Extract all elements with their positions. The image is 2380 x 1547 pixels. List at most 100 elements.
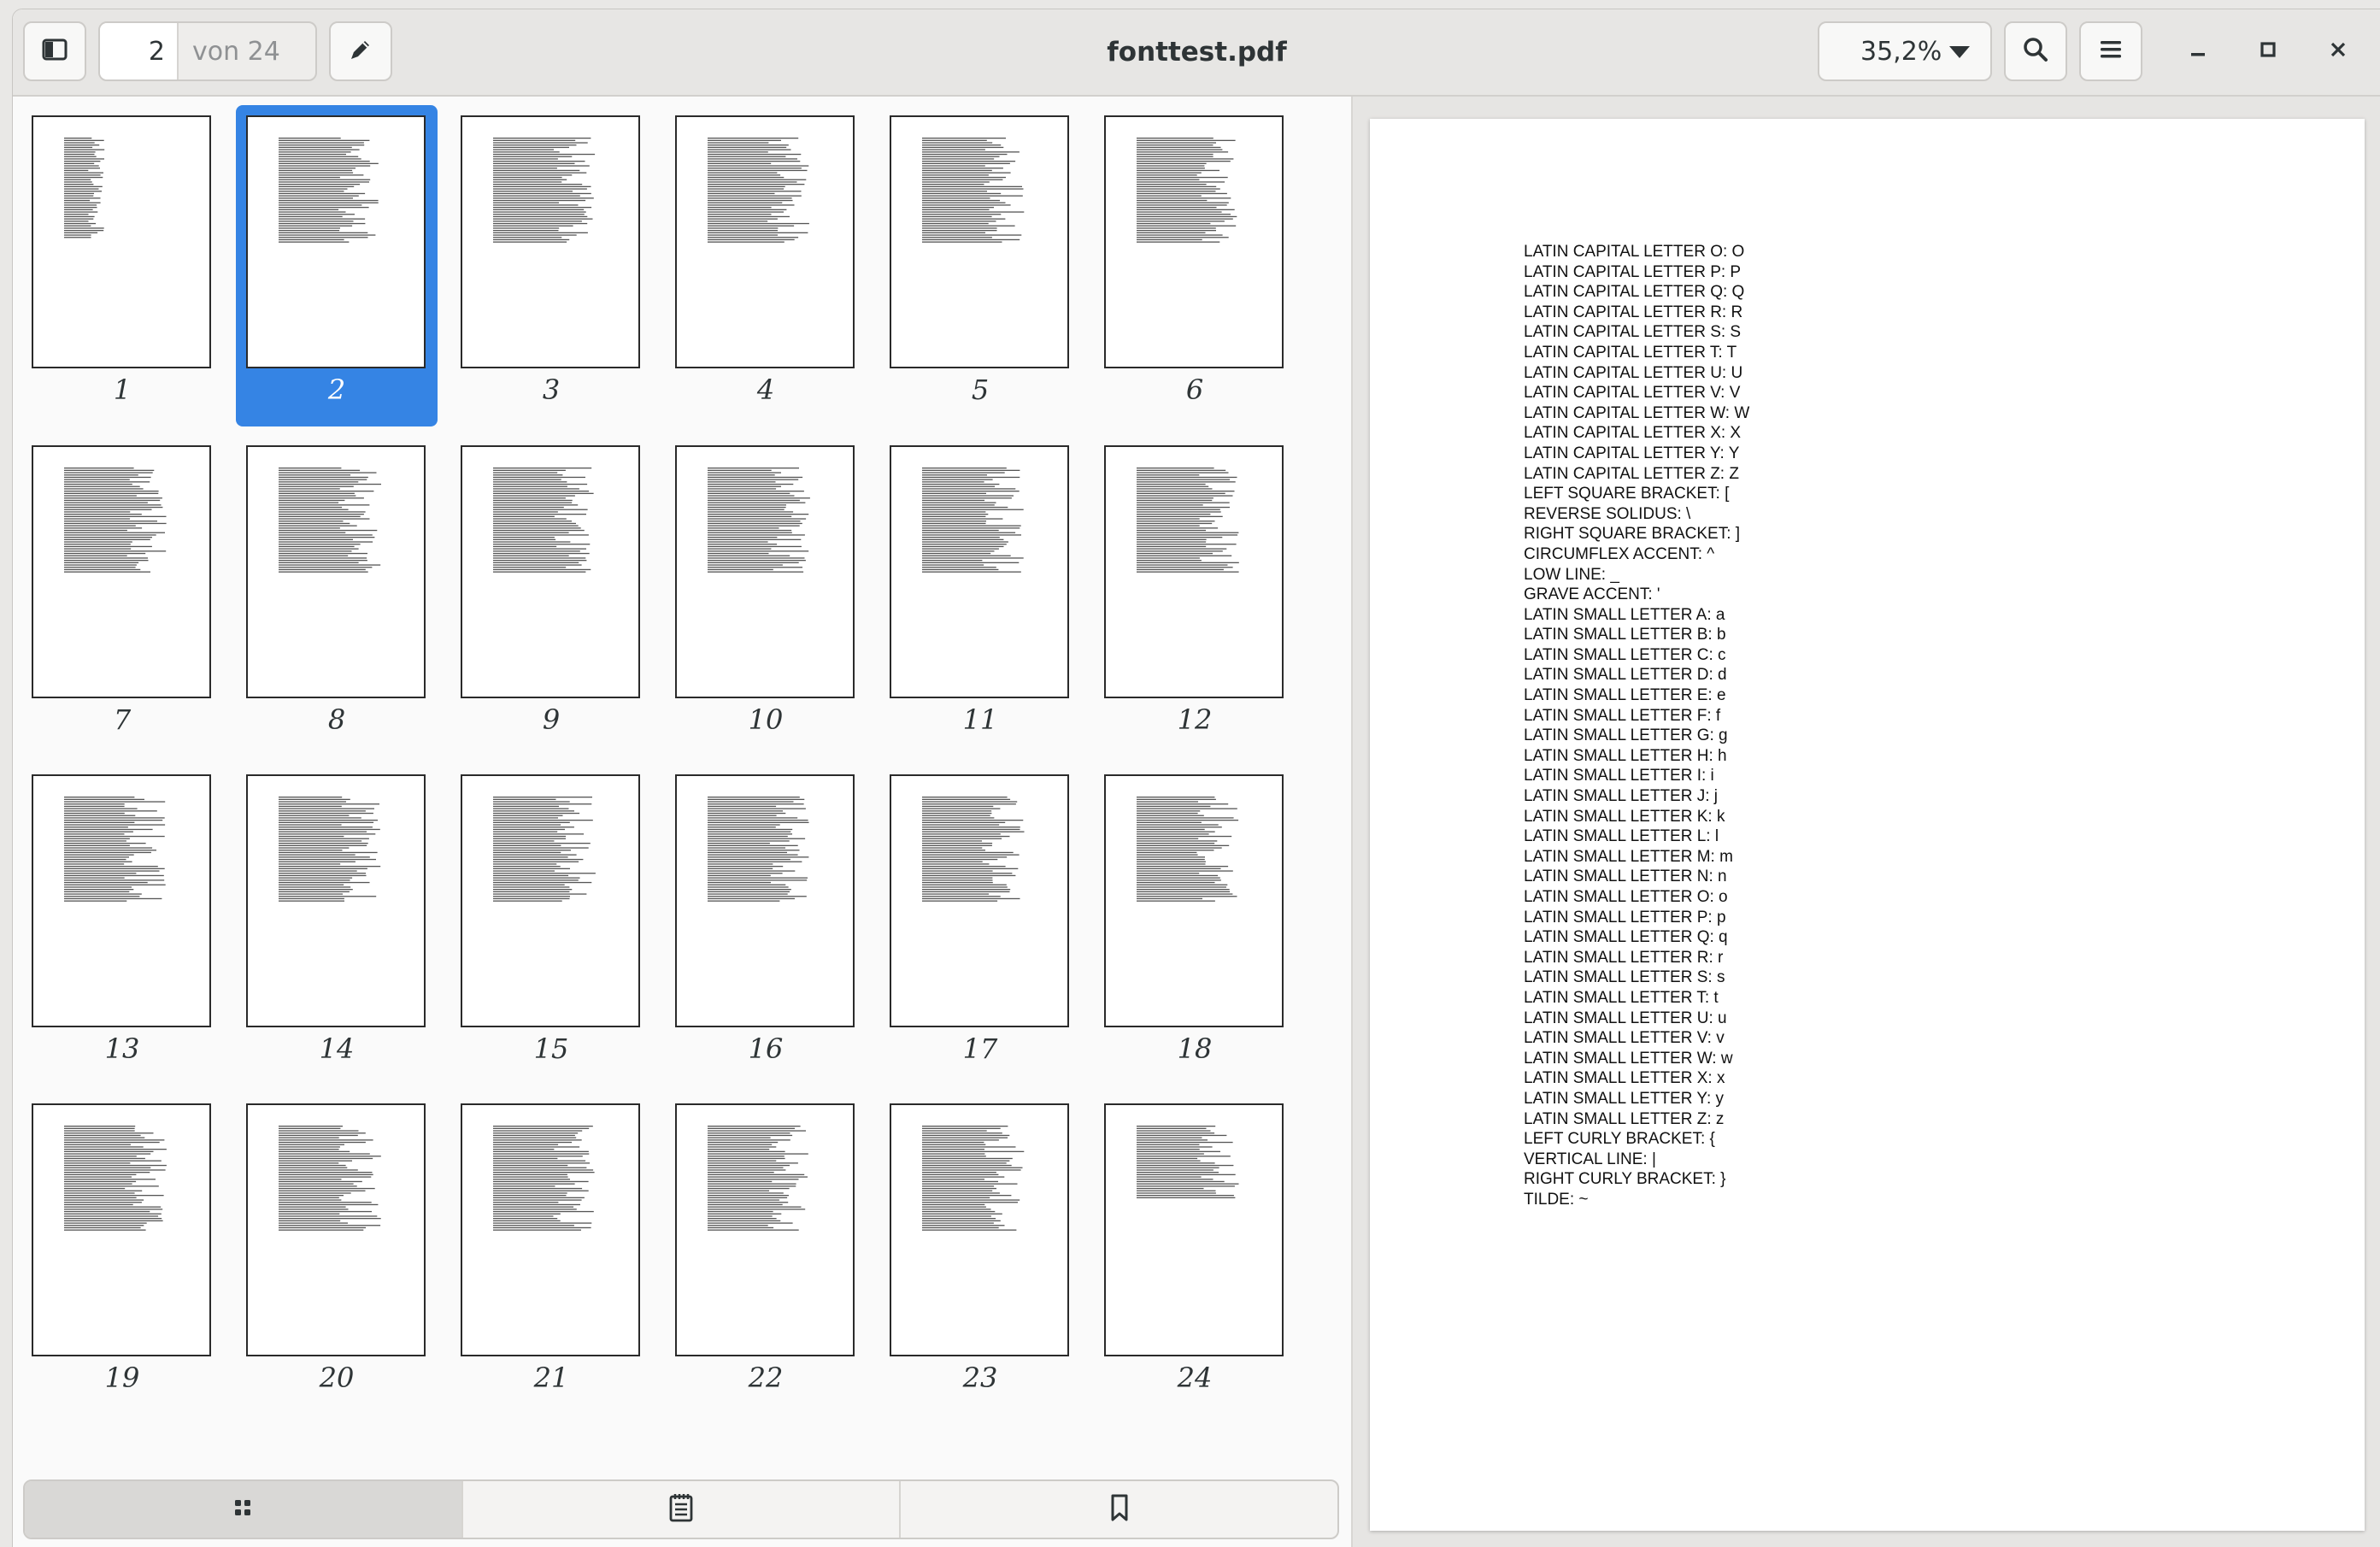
page-text-line: LATIN CAPITAL LETTER U: U: [1524, 363, 1743, 382]
thumbnail-page-number: 14: [319, 1032, 355, 1065]
page-text-line: LATIN SMALL LETTER L: l: [1524, 827, 1719, 846]
page-thumbnail[interactable]: 6: [1094, 105, 1296, 426]
page-thumbnail[interactable]: 23: [879, 1093, 1081, 1415]
page-thumbnail[interactable]: 8: [236, 435, 438, 756]
page-thumbnail[interactable]: 4: [665, 105, 867, 426]
page-text-line: LATIN CAPITAL LETTER X: X: [1524, 424, 1742, 443]
page-text-line: LEFT SQUARE BRACKET: [: [1524, 485, 1730, 503]
close-button[interactable]: [2317, 30, 2359, 73]
page-thumbnail[interactable]: 22: [665, 1093, 867, 1415]
sidebar-tab-bar: [23, 1479, 1339, 1539]
thumbnail-page-number: 22: [748, 1362, 784, 1394]
thumbnail-preview: [675, 774, 855, 1027]
page-text-line: LATIN CAPITAL LETTER W: W: [1524, 403, 1750, 422]
thumbnail-preview: [461, 774, 640, 1027]
header-bar: 2 von 24 fonttest.pdf 35,2%: [13, 9, 2380, 97]
thumbnail-page-number: 16: [748, 1032, 784, 1065]
page-text-line: VERTICAL LINE: |: [1524, 1150, 1656, 1168]
thumbnail-preview: [246, 1103, 426, 1356]
thumbnail-preview: [246, 445, 426, 698]
page-thumbnail[interactable]: 3: [450, 105, 652, 426]
thumbnail-preview: [461, 1103, 640, 1356]
page-text-line: LATIN SMALL LETTER O: o: [1524, 888, 1728, 906]
outline-icon: [668, 1493, 694, 1526]
search-button[interactable]: [2004, 21, 2067, 81]
page-thumbnail[interactable]: 19: [21, 1093, 223, 1415]
annotate-button[interactable]: [329, 21, 392, 81]
sidebar-toggle-button[interactable]: [23, 21, 86, 81]
page-text-line: LATIN SMALL LETTER X: x: [1524, 1069, 1725, 1088]
page-thumbnail[interactable]: 16: [665, 764, 867, 1085]
zoom-level: 35,2%: [1860, 36, 1942, 67]
page-thumbnail[interactable]: 15: [450, 764, 652, 1085]
page-thumbnail[interactable]: 12: [1094, 435, 1296, 756]
minimize-button[interactable]: [2177, 30, 2219, 73]
page-number-entry[interactable]: 2 von 24: [98, 21, 317, 81]
thumbnail-page-number: 17: [962, 1032, 998, 1065]
page-thumbnail[interactable]: 18: [1094, 764, 1296, 1085]
thumbnail-page-number: 18: [1177, 1032, 1213, 1065]
page-text-lines: LATIN CAPITAL LETTER O: O LATIN CAPITAL L…: [1524, 242, 1749, 1210]
page-thumbnail[interactable]: 14: [236, 764, 438, 1085]
thumbnail-preview: [32, 774, 211, 1027]
hamburger-menu-icon: [2099, 39, 2123, 63]
current-page-input[interactable]: 2: [100, 23, 179, 79]
thumbnail-page-number: 21: [533, 1362, 569, 1394]
maximize-button[interactable]: [2247, 30, 2289, 73]
page-text-line: LATIN SMALL LETTER J: j: [1524, 787, 1718, 806]
thumbnail-page-number: 5: [971, 374, 990, 406]
thumbnail-page-number: 15: [533, 1032, 569, 1065]
thumbnail-preview: [675, 115, 855, 368]
page-text-line: LATIN SMALL LETTER N: n: [1524, 868, 1727, 886]
page-total-label: von 24: [192, 36, 280, 67]
page-thumbnail[interactable]: 13: [21, 764, 223, 1085]
thumbnail-preview: [675, 1103, 855, 1356]
thumbnail-page-number: 12: [1177, 703, 1213, 736]
page-text-line: CIRCUMFLEX ACCENT: ^: [1524, 544, 1715, 563]
thumbnail-page-number: 23: [962, 1362, 998, 1394]
tab-outline[interactable]: [463, 1481, 902, 1538]
page-text-line: LATIN CAPITAL LETTER V: V: [1524, 384, 1741, 403]
document-viewer-window: 2 von 24 fonttest.pdf 35,2% 1 2 3 4 5 6 …: [12, 9, 2380, 1547]
page-thumbnail[interactable]: 1: [21, 105, 223, 426]
tab-thumbnails[interactable]: [25, 1481, 463, 1538]
page-text-line: LATIN SMALL LETTER R: r: [1524, 948, 1724, 967]
thumbnail-page-number: 11: [962, 703, 998, 736]
page-thumbnail[interactable]: 11: [879, 435, 1081, 756]
page-text-line: LATIN SMALL LETTER F: f: [1524, 706, 1721, 725]
thumbnail-page-number: 13: [104, 1032, 140, 1065]
page-thumbnail[interactable]: 21: [450, 1093, 652, 1415]
page-thumbnail[interactable]: 10: [665, 435, 867, 756]
zoom-dropdown[interactable]: 35,2%: [1818, 21, 1992, 81]
minimize-icon: [2189, 40, 2207, 62]
page-thumbnail[interactable]: 9: [450, 435, 652, 756]
page-text-line: LATIN SMALL LETTER A: a: [1524, 605, 1725, 624]
page-text-line: LATIN SMALL LETTER Y: y: [1524, 1089, 1725, 1108]
page-thumbnail[interactable]: 20: [236, 1093, 438, 1415]
thumbnail-page-number: 3: [542, 374, 561, 406]
thumbnail-page-number: 6: [1185, 374, 1204, 406]
page-text-line: LATIN CAPITAL LETTER T: T: [1524, 343, 1737, 362]
main-menu-button[interactable]: [2079, 21, 2142, 81]
thumbnail-preview: [32, 445, 211, 698]
page-thumbnail[interactable]: 2: [236, 105, 438, 426]
thumbnail-page-number: 1: [113, 374, 132, 406]
page-thumbnail[interactable]: 17: [879, 764, 1081, 1085]
tab-bookmarks[interactable]: [901, 1481, 1337, 1538]
page-text-line: LATIN SMALL LETTER G: g: [1524, 726, 1728, 745]
page-thumbnail[interactable]: 24: [1094, 1093, 1296, 1415]
thumbnail-preview: [461, 445, 640, 698]
page-thumbnail[interactable]: 5: [879, 105, 1081, 426]
thumbnail-preview: [246, 774, 426, 1027]
document-view[interactable]: LATIN CAPITAL LETTER O: O LATIN CAPITAL L…: [1353, 97, 2380, 1547]
thumbnail-page-number: 4: [756, 374, 775, 406]
thumbnail-preview: [246, 115, 426, 368]
page-text-line: REVERSE SOLIDUS: \: [1524, 504, 1691, 523]
pdf-page: LATIN CAPITAL LETTER O: O LATIN CAPITAL L…: [1370, 119, 2365, 1531]
thumbnail-page-number: 8: [327, 703, 346, 736]
thumbnail-preview: [890, 1103, 1069, 1356]
thumbnail-page-number: 9: [542, 703, 561, 736]
page-text-line: LATIN SMALL LETTER T: t: [1524, 988, 1719, 1007]
search-icon: [2022, 36, 2049, 67]
page-thumbnail[interactable]: 7: [21, 435, 223, 756]
